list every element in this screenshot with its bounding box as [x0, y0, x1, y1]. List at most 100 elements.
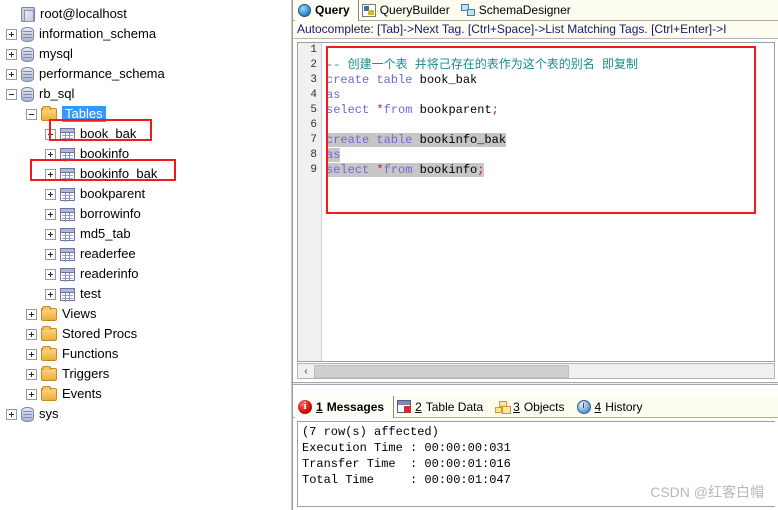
table-icon-lines [62, 214, 73, 216]
expander-bookinfo_bak[interactable] [45, 168, 56, 180]
tree-item-folder-triggers[interactable]: Triggers [0, 364, 291, 384]
sql-code-area[interactable]: -- 创建一个表 并将己存在的表作为这个表的别名 即复制 create table… [326, 43, 774, 178]
expander-Stored Procs[interactable] [26, 328, 37, 340]
table-icon-lines [62, 194, 73, 196]
database-icon [21, 86, 34, 102]
result-tab-label: History [605, 399, 643, 414]
tree-item-database-information_schema[interactable]: information_schema [0, 24, 291, 44]
expander-readerfee[interactable] [45, 248, 56, 260]
line-number: 5 [310, 104, 317, 116]
tree-item-table-label: readerinfo [80, 266, 139, 281]
connection-tree[interactable]: root@localhost information_schema mysql per… [0, 0, 291, 424]
expander-test[interactable] [45, 288, 56, 300]
object-browser-sidebar[interactable]: root@localhost information_schema mysql per… [0, 0, 292, 510]
editor-pane: Query QueryBuilder SchemaDesigner Autocomp… [292, 0, 778, 510]
expander-bookinfo[interactable] [45, 148, 56, 160]
tree-item-table-borrowinfo[interactable]: borrowinfo [0, 204, 291, 224]
globe-icon [298, 3, 311, 17]
tree-item-table-md5_tab[interactable]: md5_tab [0, 224, 291, 244]
expander-mysql[interactable] [6, 48, 17, 60]
expander-Triggers[interactable] [26, 368, 37, 380]
sql-editor[interactable]: 123456789 -- 创建一个表 并将己存在的表作为这个表的别名 即复制 cr… [297, 42, 775, 362]
code-token: * [376, 163, 384, 177]
database-icon [21, 66, 34, 82]
expander-borrowinfo[interactable] [45, 208, 56, 220]
table-icon-lines [62, 134, 73, 136]
tree-item-table-bookparent[interactable]: bookparent [0, 184, 291, 204]
tree-item-folder-views[interactable]: Views [0, 304, 291, 324]
code-token: from [383, 163, 420, 177]
line-number: 9 [310, 164, 317, 176]
code-token: create table [326, 133, 420, 147]
expander-book_bak[interactable] [45, 128, 56, 140]
tree-item-database-performance_schema[interactable]: performance_schema [0, 64, 291, 84]
code-token: bookinfo [419, 163, 478, 177]
scrollbar-thumb[interactable] [314, 364, 569, 378]
top-tab-bar[interactable]: Query QueryBuilder SchemaDesigner [293, 0, 778, 21]
expander-information_schema[interactable] [6, 28, 17, 40]
result-tab-history[interactable]: 4 History [574, 396, 652, 418]
editor-horizontal-scrollbar[interactable]: ‹ [297, 363, 775, 379]
result-tab-objects[interactable]: 3 Objects [492, 396, 573, 418]
tree-item-table-label: bookparent [80, 186, 146, 201]
result-tab-table-data[interactable]: 2 Table Data [394, 396, 492, 418]
tree-item-database-label: rb_sql [39, 86, 75, 101]
expander-Events[interactable] [26, 388, 37, 400]
result-tab-bar[interactable]: i1 Messages 2 Table Data 3 Objects 4 Histor… [293, 395, 778, 418]
code-token: select [326, 103, 377, 117]
watermark-text: CSDN @红客白帽 [650, 484, 764, 500]
tree-item-folder-events[interactable]: Events [0, 384, 291, 404]
expander-sys[interactable] [6, 408, 17, 420]
tree-item-table-readerfee[interactable]: readerfee [0, 244, 291, 264]
tab-schemadesigner[interactable]: SchemaDesigner [458, 0, 579, 21]
result-tab-messages[interactable]: i1 Messages [295, 395, 395, 418]
expander-tables[interactable] [26, 108, 37, 120]
tree-item-tables-folder[interactable]: Tables [0, 104, 291, 124]
tree-item-table-test[interactable]: test [0, 284, 291, 304]
tree-item-table-label: borrowinfo [80, 206, 141, 221]
tree-item-folder-stored-procs[interactable]: Stored Procs [0, 324, 291, 344]
code-line: select *from bookinfo; [326, 163, 774, 178]
expander-Views[interactable] [26, 308, 37, 320]
tab-query[interactable]: Query [295, 0, 359, 21]
tree-item-table-label: test [80, 286, 101, 301]
expander-readerinfo[interactable] [45, 268, 56, 280]
table-icon-lines [62, 294, 73, 296]
expander-performance_schema[interactable] [6, 68, 17, 80]
folder-icon [41, 305, 57, 321]
table-icon-lines [62, 234, 73, 236]
folder-icon [41, 385, 57, 401]
tree-item-table-readerinfo[interactable]: readerinfo [0, 264, 291, 284]
tree-item-database-rb_sql[interactable]: rb_sql [0, 84, 291, 104]
tree-item-folder-label: Functions [62, 346, 119, 361]
tree-item-root-label: root@localhost [40, 6, 127, 21]
tree-item-folder-label: Events [62, 386, 102, 401]
autocomplete-hint-bar: Autocomplete: [Tab]->Next Tag. [Ctrl+Spa… [293, 21, 778, 39]
result-tab-accesskey: 3 [513, 399, 520, 414]
tab-querybuilder[interactable]: QueryBuilder [359, 0, 458, 21]
tree-item-root[interactable]: root@localhost [0, 4, 291, 24]
database-icon [21, 26, 34, 42]
expander-bookparent[interactable] [45, 188, 56, 200]
tree-item-folder-label: Triggers [62, 366, 110, 381]
code-line-content: -- 创建一个表 并将己存在的表作为这个表的别名 即复制 [326, 58, 638, 72]
expander-Functions[interactable] [26, 348, 37, 360]
tree-item-table-book_bak[interactable]: book_bak [0, 124, 291, 144]
expander-md5_tab[interactable] [45, 228, 56, 240]
table-icon [60, 247, 75, 261]
table-icon [60, 267, 75, 281]
line-number: 3 [310, 74, 317, 86]
database-icon [21, 46, 34, 62]
tree-item-folder-label: Views [62, 306, 97, 321]
tree-item-database-mysql[interactable]: mysql [0, 44, 291, 64]
tree-item-database-sys[interactable]: sys [0, 404, 291, 424]
scroll-left-arrow[interactable]: ‹ [298, 364, 314, 378]
tree-item-table-bookinfo_bak[interactable]: bookinfo_bak [0, 164, 291, 184]
pane-splitter[interactable] [293, 382, 778, 385]
tree-item-table-bookinfo[interactable]: bookinfo [0, 144, 291, 164]
tree-item-tables-folder-label: Tables [62, 106, 106, 122]
table-icon [60, 187, 75, 201]
expander-rb_sql[interactable] [6, 88, 17, 100]
tree-item-folder-functions[interactable]: Functions [0, 344, 291, 364]
objects-icon [495, 400, 509, 413]
